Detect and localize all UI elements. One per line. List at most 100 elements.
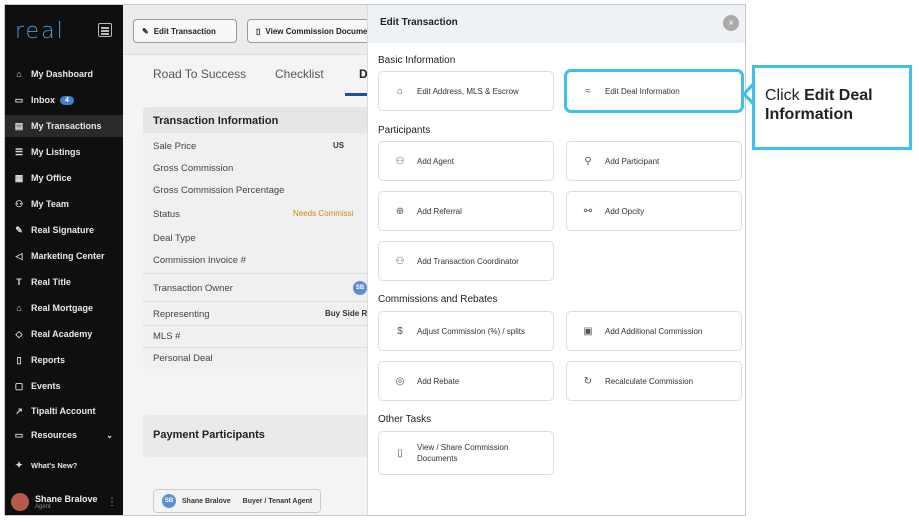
document-icon: ▯ xyxy=(397,447,403,459)
section-basic-information: Basic Information xyxy=(378,55,456,66)
detail-row: Sale Price US xyxy=(153,141,345,152)
document-icon: ▯ xyxy=(256,26,261,36)
view-share-commission-documents-button[interactable]: ▯ View / Share Commission Documents xyxy=(378,431,554,475)
add-additional-commission-button[interactable]: ▣ Add Additional Commission xyxy=(566,311,742,351)
real-logo[interactable]: real xyxy=(15,19,65,44)
sidebar-item-tipalti-account[interactable]: ↗ Tipalti Account xyxy=(5,400,123,422)
sidebar-item-label: My Team xyxy=(31,199,69,209)
pencil-icon: ✎ xyxy=(142,26,149,36)
sidebar-item-label: Resources xyxy=(31,430,78,440)
edit-transaction-panel: Edit Transaction × Basic Information ⌂ Ed… xyxy=(367,5,745,515)
user-profile[interactable]: Shane Bralove Agent ⋮ xyxy=(5,487,123,515)
more-vertical-icon[interactable]: ⋮ xyxy=(107,497,117,508)
section-other-tasks: Other Tasks xyxy=(378,414,432,425)
inbox-count-badge: 4 xyxy=(60,95,74,105)
bank-icon: ⌂ xyxy=(16,303,22,313)
title-icon: T xyxy=(16,277,22,287)
add-referral-button[interactable]: ⊕ Add Referral xyxy=(378,191,554,231)
adjust-commission-button[interactable]: $ Adjust Commission (%) / splits xyxy=(378,311,554,351)
sidebar-item-label: Real Academy xyxy=(31,329,93,339)
sparkle-icon: ✦ xyxy=(15,459,23,470)
calendar-icon: ▢ xyxy=(14,380,24,391)
sidebar-item-label: My Listings xyxy=(31,147,81,157)
add-agent-button[interactable]: ⚇ Add Agent xyxy=(378,141,554,181)
sidebar-item-resources[interactable]: ▭ Resources ⌄ xyxy=(5,424,123,446)
add-transaction-coordinator-button[interactable]: ⚇ Add Transaction Coordinator xyxy=(378,241,554,281)
sidebar-item-my-office[interactable]: ▦ My Office xyxy=(5,167,123,189)
card-title: Transaction Information xyxy=(143,107,383,133)
sidebar-item-label: My Dashboard xyxy=(31,69,94,79)
sidebar-item-reports[interactable]: ▯ Reports xyxy=(5,349,123,371)
edit-address-button[interactable]: ⌂ Edit Address, MLS & Escrow xyxy=(378,71,554,111)
inbox-icon: ▭ xyxy=(14,94,24,105)
sidebar-item-label: Events xyxy=(31,381,61,391)
sidebar-item-label: What's New? xyxy=(31,460,78,470)
app-window: real ⌂ My Dashboard ▭ Inbox 4 ▤ My Transacti… xyxy=(4,4,746,516)
sidebar-item-events[interactable]: ▢ Events xyxy=(5,375,123,397)
sidebar-item-my-listings[interactable]: ☰ My Listings xyxy=(5,141,123,163)
edit-deal-information-button[interactable]: ≈ Edit Deal Information xyxy=(564,69,744,113)
office-icon: ▦ xyxy=(14,172,24,183)
sidebar-item-label: Real Signature xyxy=(31,225,95,235)
sidebar-item-real-title[interactable]: T Real Title xyxy=(5,271,123,293)
users-icon: ⚇ xyxy=(395,255,405,267)
sidebar-item-marketing-center[interactable]: ◁ Marketing Center xyxy=(5,245,123,267)
avatar: SB xyxy=(162,494,176,508)
sidebar-item-my-transactions[interactable]: ▤ My Transactions xyxy=(5,115,123,137)
detail-row: Transaction Owner SB xyxy=(153,281,383,295)
listings-icon: ☰ xyxy=(14,146,24,157)
tab-checklist[interactable]: Checklist xyxy=(275,67,324,81)
add-participant-button[interactable]: ⚲ Add Participant xyxy=(566,141,742,181)
detail-row: Commission Invoice # xyxy=(153,255,246,266)
transaction-information-card: Transaction Information Sale Price US Gro… xyxy=(143,107,383,369)
sidebar-item-my-dashboard[interactable]: ⌂ My Dashboard xyxy=(5,63,123,85)
owner-avatar: SB xyxy=(353,281,367,295)
sidebar-item-label: Tipalti Account xyxy=(31,406,96,416)
user-plus-icon: ⚲ xyxy=(584,155,592,167)
sidebar-item-real-mortgage[interactable]: ⌂ Real Mortgage xyxy=(5,297,123,319)
detail-row: Deal Type xyxy=(153,233,196,244)
megaphone-icon: ◁ xyxy=(15,250,23,261)
sidebar-item-label: Marketing Center xyxy=(31,251,105,261)
referral-icon: ⊕ xyxy=(395,205,405,217)
payment-participants-card: Payment Participants xyxy=(143,415,383,457)
sidebar-item-label: My Office xyxy=(31,173,72,183)
sidebar-collapse-icon[interactable] xyxy=(98,23,112,37)
sidebar-item-real-signature[interactable]: ✎ Real Signature xyxy=(5,219,123,241)
signature-icon: ✎ xyxy=(15,224,23,235)
academy-icon: ◇ xyxy=(15,328,23,339)
recalculate-commission-button[interactable]: ↻ Recalculate Commission xyxy=(566,361,742,401)
refresh-icon: ↻ xyxy=(583,375,593,387)
sidebar-item-my-team[interactable]: ⚇ My Team xyxy=(5,193,123,215)
sidebar-item-label: Real Mortgage xyxy=(31,303,94,313)
add-rebate-button[interactable]: ◎ Add Rebate xyxy=(378,361,554,401)
sidebar-item-real-academy[interactable]: ◇ Real Academy xyxy=(5,323,123,345)
detail-row: Status Needs Commissi xyxy=(153,209,354,220)
status-badge: Needs Commissi xyxy=(293,209,354,218)
detail-row: Gross Commission Percentage xyxy=(153,185,285,196)
detail-row: Gross Commission xyxy=(153,163,234,174)
view-commission-documents-button[interactable]: ▯ View Commission Documents xyxy=(247,19,377,43)
tab-road-to-success[interactable]: Road To Success xyxy=(153,67,246,81)
folder-icon: ▭ xyxy=(14,429,24,440)
add-opcity-button[interactable]: ⚯ Add Opcity xyxy=(566,191,742,231)
user-role: Agent xyxy=(35,504,51,510)
sidebar: real ⌂ My Dashboard ▭ Inbox 4 ▤ My Transacti… xyxy=(5,5,123,515)
transactions-icon: ▤ xyxy=(14,120,24,131)
close-icon[interactable]: × xyxy=(723,15,739,31)
sidebar-item-whats-new[interactable]: ✦ What's New? xyxy=(5,454,123,476)
edit-transaction-button[interactable]: ✎ Edit Transaction xyxy=(133,19,237,43)
instruction-callout: Click Edit Deal Information xyxy=(752,65,912,150)
detail-row: Personal Deal xyxy=(153,353,213,364)
sidebar-item-inbox[interactable]: ▭ Inbox 4 xyxy=(5,89,123,111)
user-plus-icon: ⚇ xyxy=(395,155,405,167)
sidebar-item-label: Inbox xyxy=(31,95,55,105)
user-name: Shane Bralove xyxy=(35,494,98,504)
section-commissions-and-rebates: Commissions and Rebates xyxy=(378,294,498,305)
coin-icon: ◎ xyxy=(395,375,405,387)
sidebar-item-label: My Transactions xyxy=(31,121,102,131)
participant-chip[interactable]: SB Shane Bralove Buyer / Tenant Agent xyxy=(153,489,322,513)
chevron-down-icon: ⌄ xyxy=(106,430,113,440)
detail-row: MLS # xyxy=(153,331,181,342)
team-icon: ⚇ xyxy=(14,198,24,209)
